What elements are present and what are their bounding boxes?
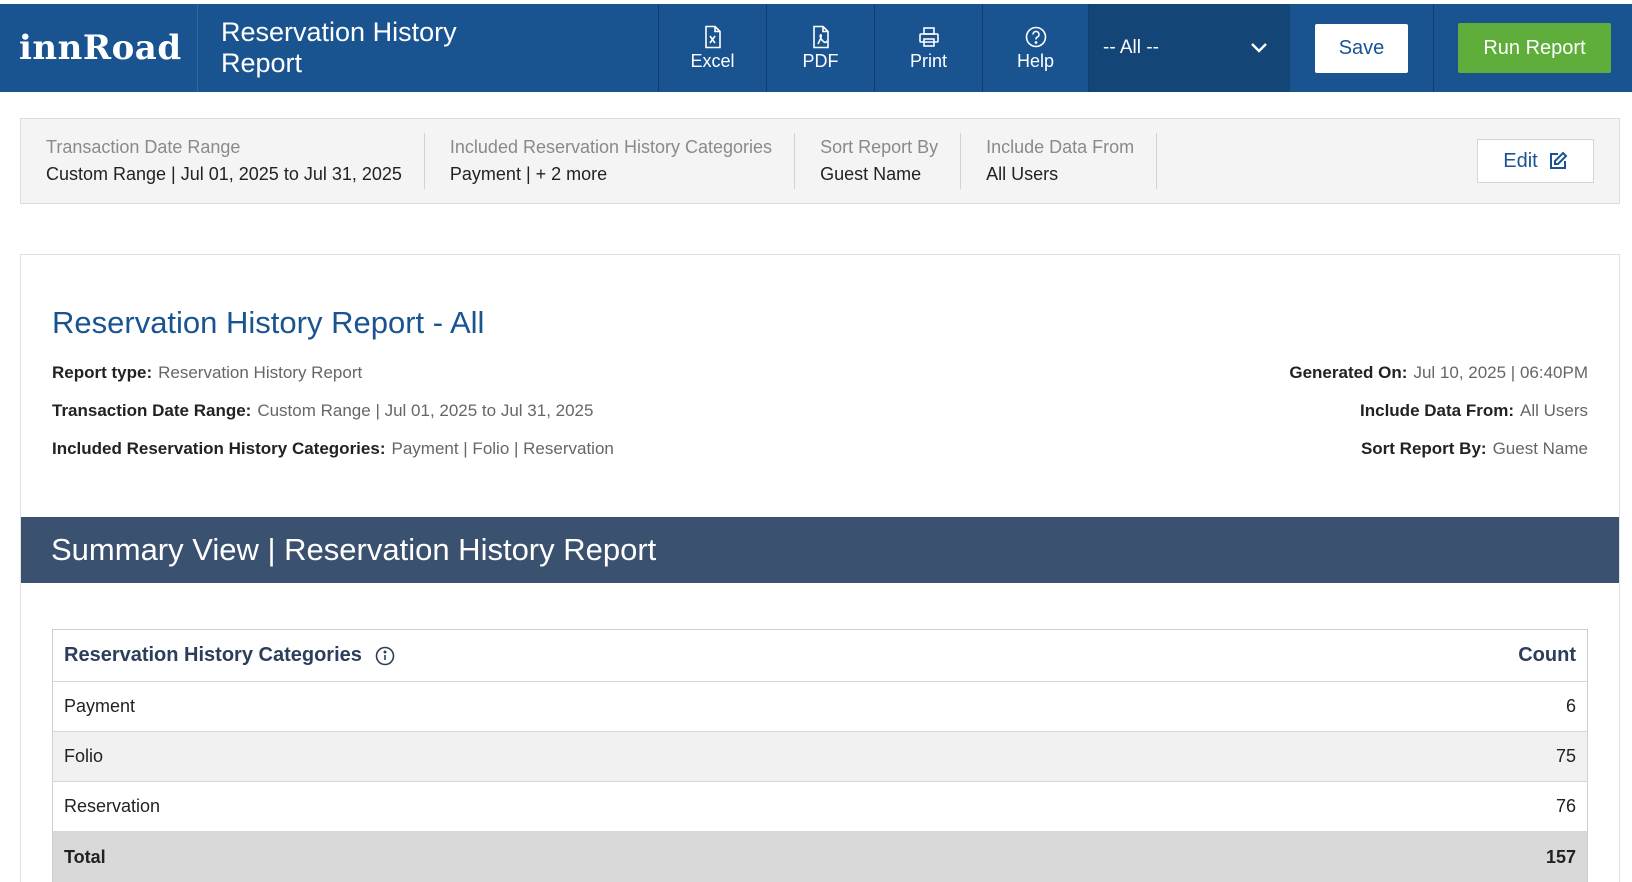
print-button[interactable]: Print	[874, 4, 982, 92]
meta-label: Include Data From:	[1360, 401, 1514, 420]
total-count: 157	[1545, 846, 1576, 867]
table-row: Folio 75	[53, 732, 1587, 782]
meta-label: Transaction Date Range:	[52, 401, 252, 420]
cell-category: Reservation	[64, 796, 161, 816]
brand-logo[interactable]: innRoad	[0, 4, 198, 92]
edit-button[interactable]: Edit	[1477, 139, 1594, 183]
report-filter-value: -- All --	[1103, 37, 1159, 58]
filter-label: Transaction Date Range	[46, 137, 241, 157]
print-label: Print	[909, 50, 947, 71]
pdf-label: PDF	[802, 50, 839, 71]
excel-file-icon	[704, 25, 721, 48]
filter-include-data: Include Data From All Users	[961, 133, 1158, 189]
meta-include-data: Include Data From: All Users	[1360, 401, 1588, 421]
edit-label: Edit	[1503, 149, 1538, 172]
edit-icon	[1549, 151, 1568, 169]
summary-section-header: Summary View | Reservation History Repor…	[21, 517, 1619, 583]
run-report-button[interactable]: Run Report	[1458, 23, 1611, 73]
meta-generated-on: Generated On: Jul 10, 2025 | 06:40PM	[1289, 363, 1588, 383]
table-total-row: Total 157	[53, 832, 1587, 882]
pdf-file-icon	[812, 25, 829, 48]
summary-table: Reservation History Categories Count Pay…	[52, 629, 1588, 882]
meta-value: Jul 10, 2025 | 06:40PM	[1413, 363, 1588, 382]
cell-category: Payment	[64, 696, 136, 716]
meta-label: Included Reservation History Categories:	[52, 439, 386, 458]
excel-label: Excel	[690, 50, 735, 71]
filter-summary-bar: Transaction Date Range Custom Range | Ju…	[20, 118, 1620, 204]
filter-value: All Users	[986, 164, 1059, 184]
meta-sort-by: Sort Report By: Guest Name	[1361, 439, 1588, 459]
cell-category: Folio	[64, 746, 104, 766]
save-button[interactable]: Save	[1315, 23, 1408, 73]
help-label: Help	[1016, 50, 1055, 71]
cell-count: 76	[1555, 796, 1576, 816]
help-button[interactable]: Help	[982, 4, 1088, 92]
filter-label: Include Data From	[986, 137, 1135, 157]
page-title-line1: Reservation History	[221, 17, 457, 47]
filter-value: Guest Name	[820, 164, 922, 184]
page-title: Reservation History Report	[198, 4, 658, 92]
table-header-row: Reservation History Categories Count	[53, 630, 1587, 682]
meta-label: Sort Report By:	[1360, 439, 1487, 458]
page-title-line2: Report	[221, 48, 303, 78]
filter-value: Payment | + 2 more	[449, 164, 608, 184]
report-title: Reservation History Report - All	[52, 305, 485, 340]
help-circle-icon	[1025, 26, 1046, 47]
filter-categories: Included Reservation History Categories …	[425, 133, 796, 189]
meta-date-range: Transaction Date Range: Custom Range | Ju…	[52, 401, 593, 421]
printer-icon	[918, 26, 939, 47]
filter-label: Sort Report By	[820, 137, 939, 157]
meta-value: Reservation History Report	[158, 363, 363, 382]
meta-categories: Included Reservation History Categories:…	[52, 439, 614, 459]
save-area: Save	[1290, 4, 1434, 92]
column-header-label: Reservation History Categories	[64, 644, 362, 666]
total-label: Total	[64, 846, 106, 867]
excel-button[interactable]: Excel	[658, 4, 766, 92]
brand-name: innRoad	[19, 28, 182, 68]
cell-count: 75	[1555, 746, 1576, 766]
meta-value: Payment | Folio | Reservation	[391, 439, 614, 458]
column-header-categories: Reservation History Categories	[64, 644, 395, 667]
chevron-down-icon	[1251, 43, 1267, 53]
filter-value: Custom Range | Jul 01, 2025 to Jul 31, 2…	[46, 164, 402, 184]
report-filter-select[interactable]: -- All --	[1088, 4, 1290, 92]
meta-label: Report type:	[52, 363, 153, 382]
table-row: Payment 6	[53, 682, 1587, 732]
meta-value: Custom Range | Jul 01, 2025 to Jul 31, 2…	[257, 401, 594, 420]
meta-value: Guest Name	[1492, 439, 1588, 458]
filter-date-range: Transaction Date Range Custom Range | Ju…	[21, 133, 425, 189]
run-area: Run Report	[1434, 4, 1632, 92]
pdf-button[interactable]: PDF	[766, 4, 874, 92]
cell-count: 6	[1565, 696, 1576, 716]
meta-label: Generated On:	[1289, 363, 1408, 382]
filter-label: Included Reservation History Categories	[449, 137, 773, 157]
filter-sort-by: Sort Report By Guest Name	[795, 133, 962, 189]
top-bar: innRoad Reservation History Report Excel…	[0, 4, 1632, 92]
info-icon[interactable]	[375, 646, 395, 666]
column-header-count: Count	[1518, 644, 1576, 666]
meta-report-type: Report type: Reservation History Report	[52, 363, 362, 383]
report-card: Reservation History Report - All Report …	[20, 254, 1620, 882]
table-row: Reservation 76	[53, 782, 1587, 832]
meta-value: All Users	[1519, 401, 1588, 420]
